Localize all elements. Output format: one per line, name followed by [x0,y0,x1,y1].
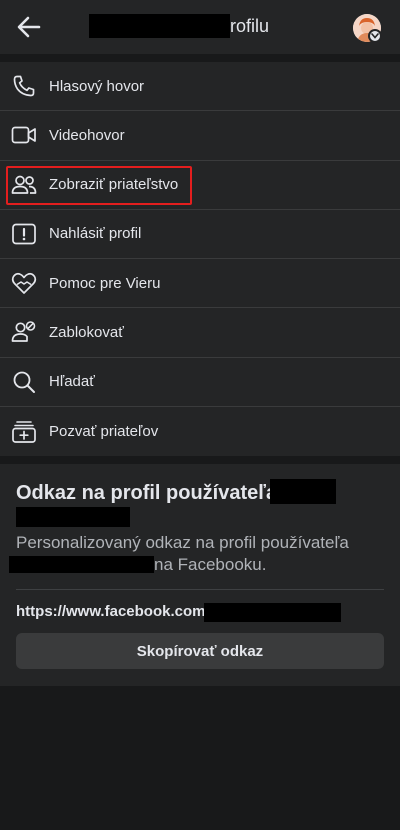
account-switch-badge[interactable] [368,29,382,43]
menu-label: Hľadať [49,373,95,391]
profile-link-card: Odkaz na profil používateľa Personalizov… [0,464,400,686]
menu-label: Videohovor [49,126,125,144]
heart-hands-icon [11,270,37,296]
top-bar: rofilu [0,0,400,54]
invite-icon [11,418,37,444]
phone-icon [11,73,37,99]
chevron-down-icon [371,33,379,39]
back-button[interactable] [12,11,46,43]
profile-link-heading: Odkaz na profil používateľa [16,482,278,504]
menu-label: Nahlásiť profil [49,225,142,243]
menu-label: Zobraziť priateľstvo [49,176,179,194]
report-icon [11,221,37,247]
name-redaction [270,479,336,504]
friends-icon [11,172,37,198]
video-camera-icon [11,122,37,148]
arrow-left-icon [17,16,41,38]
search-icon [11,369,37,395]
menu-item-invite-friends[interactable]: Pozvať priateľov [0,407,400,456]
menu-item-report-profile[interactable]: Nahlásiť profil [0,210,400,259]
divider [16,589,384,590]
profile-actions-menu: Hlasový hovor Videohovor Zobraziť priate… [0,62,400,456]
menu-label: Pomoc pre Vieru [49,274,161,292]
menu-item-search[interactable]: Hľadať [0,358,400,407]
menu-item-voice-call[interactable]: Hlasový hovor [0,62,400,112]
copy-link-button[interactable]: Skopírovať odkaz [16,633,384,669]
menu-item-block[interactable]: Zablokovať [0,308,400,358]
profile-url: https://www.facebook.com [16,603,206,620]
background [0,686,400,830]
menu-item-support[interactable]: Pomoc pre Vieru [0,259,400,309]
profile-link-description: Personalizovaný odkaz na profil používat… [16,533,349,552]
block-user-icon [11,319,37,345]
url-redaction [204,603,341,622]
page-title: rofilu [230,16,270,36]
name-redaction [16,507,130,527]
menu-label: Zablokovať [49,323,124,341]
menu-label: Hlasový hovor [49,77,145,95]
menu-item-view-friendship[interactable]: Zobraziť priateľstvo [0,161,400,210]
menu-label: Pozvať priateľov [49,422,159,440]
section-gap [0,54,400,62]
title-redaction [89,14,230,38]
section-gap [0,456,400,464]
menu-item-video-call[interactable]: Videohovor [0,111,400,161]
name-redaction [9,556,154,573]
profile-link-description-end: na Facebooku. [154,555,267,574]
